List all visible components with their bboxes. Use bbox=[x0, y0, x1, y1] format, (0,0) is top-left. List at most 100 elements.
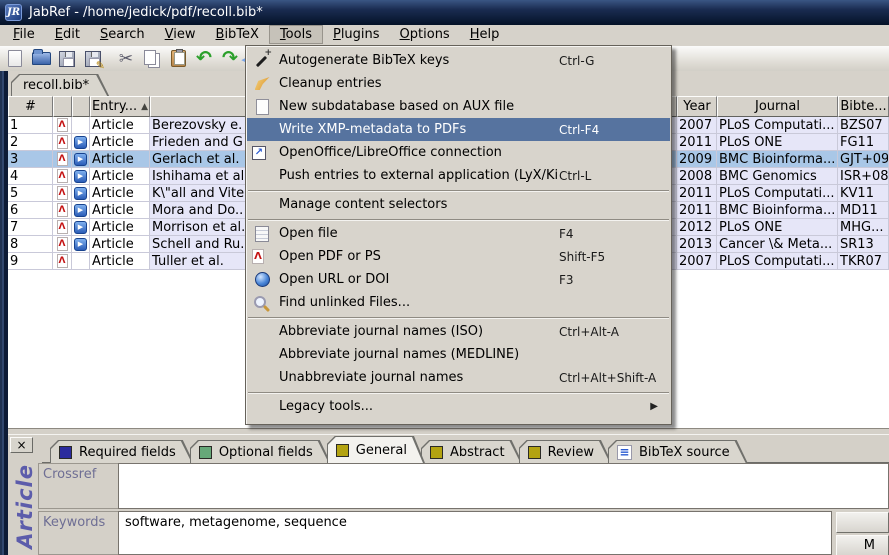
cell-entrytype: Article bbox=[90, 117, 150, 134]
menubar-item-file[interactable]: File bbox=[3, 25, 45, 44]
crossref-input[interactable] bbox=[118, 463, 889, 509]
url-link-icon[interactable]: ▶ bbox=[74, 170, 87, 183]
open-database-icon[interactable] bbox=[30, 48, 52, 70]
column-header-label: Journal bbox=[755, 99, 800, 114]
pdf-file-icon[interactable]: Λ bbox=[57, 186, 68, 200]
cell-num: 6 bbox=[8, 202, 53, 219]
url-link-icon[interactable]: ▶ bbox=[74, 221, 87, 234]
copy-icon[interactable] bbox=[141, 48, 163, 70]
tab-face: Optional fields bbox=[191, 441, 329, 463]
menubar: FileEditSearchViewBibTeXToolsPluginsOpti… bbox=[0, 25, 889, 46]
menubar-item-plugins[interactable]: Plugins bbox=[323, 25, 390, 44]
tab-required-fields[interactable]: Required fields bbox=[50, 440, 194, 463]
menu-item-autogenerate-bibtex-keys[interactable]: Autogenerate BibTeX keysCtrl-G bbox=[247, 49, 670, 72]
database-tab-label: recoll.bib* bbox=[23, 78, 89, 93]
menubar-item-help[interactable]: Help bbox=[460, 25, 510, 44]
menubar-item-search[interactable]: Search bbox=[90, 25, 155, 44]
sort-asc-icon: ▲ bbox=[141, 102, 148, 112]
menu-item-new-subdatabase-based-on-aux-file[interactable]: New subdatabase based on AUX file bbox=[247, 95, 670, 118]
column-header-journal[interactable]: Journal bbox=[717, 96, 838, 117]
menu-item-cleanup-entries[interactable]: Cleanup entries bbox=[247, 72, 670, 95]
editor-tabs: Required fieldsOptional fieldsGeneral Abs… bbox=[42, 435, 889, 463]
column-header-icon[interactable] bbox=[53, 96, 72, 117]
cell-pdf: Λ bbox=[53, 134, 72, 151]
menu-item-open-pdf-or-ps[interactable]: ΛOpen PDF or PSShift-F5 bbox=[247, 245, 670, 268]
column-header-year[interactable]: Year bbox=[677, 96, 717, 117]
paste-icon[interactable] bbox=[167, 48, 189, 70]
menu-item-label: Push entries to external application (Ly… bbox=[279, 168, 559, 183]
cell-bibtexkey: KV11 bbox=[838, 185, 889, 202]
pdf-file-icon[interactable]: Λ bbox=[57, 152, 68, 166]
menu-item-abbreviate-journal-names-iso[interactable]: Abbreviate journal names (ISO)Ctrl+Alt-A bbox=[247, 320, 670, 343]
menubar-item-view[interactable]: View bbox=[155, 25, 206, 44]
tab-face: ≡BibTeX source bbox=[609, 441, 746, 463]
tab-label: Abstract bbox=[450, 445, 505, 460]
menu-item-label: Abbreviate journal names (MEDLINE) bbox=[279, 347, 519, 362]
menubar-item-edit[interactable]: Edit bbox=[45, 25, 90, 44]
entry-type-label: Article bbox=[8, 457, 42, 555]
url-link-icon[interactable]: ▶ bbox=[74, 238, 87, 251]
new-database-icon[interactable] bbox=[4, 48, 26, 70]
url-link-icon[interactable]: ▶ bbox=[74, 153, 87, 166]
tab-color-square bbox=[528, 446, 541, 459]
column-header-entry[interactable]: Entry...▲ bbox=[90, 96, 150, 117]
keywords-input[interactable]: software, metagenome, sequence bbox=[118, 511, 832, 555]
tools-dropdown-menu: Autogenerate BibTeX keysCtrl-GCleanup en… bbox=[245, 45, 672, 425]
menu-item-push-entries-to-external-application-lyx-kile[interactable]: Push entries to external application (Ly… bbox=[247, 164, 670, 187]
menu-item-openoffice-libreoffice-connection[interactable]: ↗OpenOffice/LibreOffice connection bbox=[247, 141, 670, 164]
url-link-icon[interactable]: ▶ bbox=[74, 187, 87, 200]
url-link-icon[interactable]: ▶ bbox=[74, 204, 87, 217]
menu-item-open-url-or-doi[interactable]: Open URL or DOIF3 bbox=[247, 268, 670, 291]
cell-bibtexkey: MD11 bbox=[838, 202, 889, 219]
menubar-item-options[interactable]: Options bbox=[390, 25, 460, 44]
menu-item-find-unlinked-files[interactable]: Find unlinked Files... bbox=[247, 291, 670, 314]
close-editor-button[interactable]: × bbox=[10, 437, 33, 453]
menu-item-manage-content-selectors[interactable]: Manage content selectors bbox=[247, 193, 670, 216]
cell-url: ▶ bbox=[72, 151, 90, 168]
menu-icon-spacer bbox=[252, 324, 272, 340]
tab-general[interactable]: General bbox=[327, 436, 425, 463]
entry-editor: × Article Required fieldsOptional fields… bbox=[8, 434, 889, 555]
column-header-icon[interactable] bbox=[72, 96, 90, 117]
column-header-bibte[interactable]: Bibte... bbox=[838, 96, 889, 117]
menu-item-write-xmp-metadata-to-pdfs[interactable]: Write XMP-metadata to PDFsCtrl-F4 bbox=[247, 118, 670, 141]
pdf-file-icon[interactable]: Λ bbox=[57, 118, 68, 132]
menu-item-label: Autogenerate BibTeX keys bbox=[279, 53, 449, 68]
menubar-item-bibtex[interactable]: BibTeX bbox=[206, 25, 269, 44]
save-as-icon[interactable]: ✎ bbox=[82, 48, 104, 70]
cell-entrytype: Article bbox=[90, 253, 150, 270]
url-link-icon[interactable]: ▶ bbox=[74, 136, 87, 149]
cut-icon[interactable]: ✂ bbox=[115, 48, 137, 70]
tab-review[interactable]: Review bbox=[519, 440, 612, 463]
cell-url: ▶ bbox=[72, 134, 90, 151]
keywords-side-button-1[interactable] bbox=[836, 512, 889, 533]
menu-item-open-file[interactable]: Open fileF4 bbox=[247, 222, 670, 245]
pdf-file-icon[interactable]: Λ bbox=[57, 237, 68, 251]
pdf-file-icon[interactable]: Λ bbox=[57, 135, 68, 149]
menu-item-abbreviate-journal-names-medline[interactable]: Abbreviate journal names (MEDLINE) bbox=[247, 343, 670, 366]
pdf-file-icon[interactable]: Λ bbox=[57, 169, 68, 183]
tab-bibtex-source[interactable]: ≡BibTeX source bbox=[608, 440, 748, 463]
tab-label: BibTeX source bbox=[639, 445, 730, 460]
pdf-file-icon[interactable]: Λ bbox=[57, 220, 68, 234]
menu-item-unabbreviate-journal-names[interactable]: Unabbreviate journal namesCtrl+Alt+Shift… bbox=[247, 366, 670, 389]
undo-icon[interactable]: ↶ bbox=[193, 48, 215, 70]
tab-abstract[interactable]: Abstract bbox=[421, 440, 523, 463]
keywords-buttons: M bbox=[836, 512, 889, 555]
save-database-icon[interactable] bbox=[56, 48, 78, 70]
cell-url: ▶ bbox=[72, 236, 90, 253]
pdf-file-icon[interactable]: Λ bbox=[57, 254, 68, 268]
pdf-file-icon[interactable]: Λ bbox=[57, 203, 68, 217]
tab-optional-fields[interactable]: Optional fields bbox=[190, 440, 331, 463]
keywords-side-button-2[interactable]: M bbox=[836, 535, 889, 555]
cell-journal: PLoS ONE bbox=[717, 134, 838, 151]
menu-item-legacy-tools[interactable]: Legacy tools...▶ bbox=[247, 395, 670, 418]
cell-bibtexkey: TKR07 bbox=[838, 253, 889, 270]
cell-bibtexkey: BZS07 bbox=[838, 117, 889, 134]
column-header-[interactable]: # bbox=[8, 96, 53, 117]
cell-num: 7 bbox=[8, 219, 53, 236]
database-tab-recoll[interactable]: recoll.bib* bbox=[11, 74, 109, 96]
pdf-menu-icon: Λ bbox=[252, 249, 264, 264]
title-bar[interactable]: JR JabRef - /home/jedick/pdf/recoll.bib* bbox=[0, 0, 889, 25]
menubar-item-tools[interactable]: Tools bbox=[269, 25, 323, 44]
